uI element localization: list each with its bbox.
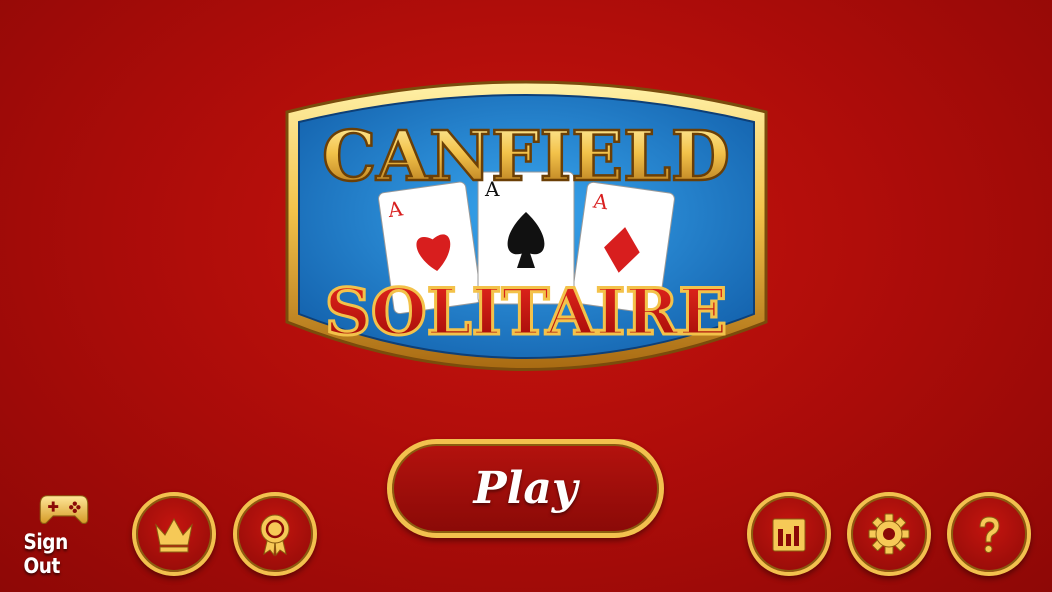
- settings-button[interactable]: [847, 492, 931, 576]
- logo-title-top: CANFIELD: [322, 117, 730, 197]
- logo-title-bottom: SOLITAIRE: [325, 275, 728, 350]
- game-logo: A A A CANFIELD SOLITAIRE: [273, 72, 780, 388]
- sign-out-label: Sign Out: [23, 530, 69, 578]
- sign-out-button[interactable]: Sign Out: [18, 490, 110, 578]
- crown-icon: [155, 517, 193, 553]
- achievements-button[interactable]: [233, 492, 317, 576]
- gear-icon: [868, 513, 910, 555]
- question-mark-icon: [979, 516, 1000, 553]
- statistics-button[interactable]: [747, 492, 831, 576]
- play-button[interactable]: Play: [387, 439, 664, 538]
- leaderboard-button[interactable]: [132, 492, 216, 576]
- play-button-label: Play: [473, 463, 578, 514]
- gamepad-icon: [39, 495, 89, 524]
- ribbon-award-icon: [260, 514, 290, 557]
- logo-graphic: A A A CANFIELD SOLITAIRE: [285, 80, 768, 371]
- bar-chart-icon: [772, 518, 806, 552]
- help-button[interactable]: [947, 492, 1031, 576]
